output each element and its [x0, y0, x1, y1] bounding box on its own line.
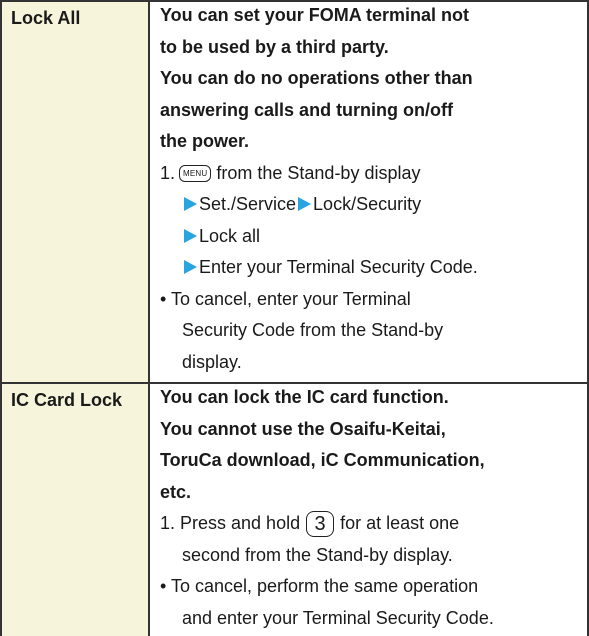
path-line: Set./Service Lock/Security — [160, 189, 585, 221]
note-line: Security Code from the Stand-by — [182, 320, 444, 340]
menu-key-icon: MENU — [179, 164, 212, 182]
table-row-ic-card-lock: IC Card Lock You can lock the IC card fu… — [0, 382, 589, 636]
description-line: ToruCa download, iC Communication, — [160, 450, 485, 470]
note-line: • To cancel, enter your Terminal — [160, 288, 411, 309]
description-line: You can lock the IC card function. — [160, 387, 449, 407]
content-cell-lock-all: You can set your FOMA terminal not to be… — [160, 0, 585, 378]
description-line: answering calls and turning on/off — [160, 99, 454, 120]
step-text: from the Stand-by display — [216, 162, 421, 183]
content-cell-ic-card-lock: You can lock the IC card function. You c… — [160, 382, 585, 634]
description-line: the power. — [160, 131, 250, 151]
path-item: Set./Service — [199, 194, 297, 214]
path-line: Enter your Terminal Security Code. — [160, 252, 585, 284]
note-line: and enter your Terminal Security Code. — [182, 607, 494, 628]
step-line: 1. MENU from the Stand-by display — [160, 158, 585, 190]
feature-table: Lock All You can set your FOMA terminal … — [0, 0, 589, 636]
step-line: second from the Stand-by display. — [182, 544, 453, 565]
column-divider — [148, 0, 150, 636]
table-border-top — [0, 0, 589, 2]
description-line: You can set your FOMA terminal not — [160, 5, 470, 25]
triangle-arrow-icon — [298, 197, 312, 211]
description-line: You can do no operations other than — [160, 68, 473, 88]
note-line: display. — [182, 351, 242, 372]
step-line: 1. Press and hold 3 for at least one — [160, 508, 585, 540]
triangle-arrow-icon — [184, 197, 197, 211]
step-text: for at least one — [340, 513, 460, 533]
description-line: etc. — [160, 481, 192, 502]
row-label: IC Card Lock — [11, 390, 123, 410]
row-label: Lock All — [11, 8, 81, 28]
step-number: 1. — [160, 162, 176, 183]
table-row-lock-all: Lock All You can set your FOMA terminal … — [0, 0, 589, 382]
triangle-arrow-icon — [184, 228, 197, 243]
path-item: Enter your Terminal Security Code. — [199, 257, 478, 277]
path-line: Lock all — [160, 221, 585, 253]
description-line: You cannot use the Osaifu-Keitai, — [160, 418, 446, 439]
step-text: 1. Press and hold — [160, 513, 301, 533]
path-item: Lock all — [199, 225, 261, 246]
triangle-arrow-icon — [184, 260, 197, 274]
path-item: Lock/Security — [313, 194, 422, 214]
description-line: to be used by a third party. — [160, 36, 389, 57]
label-cell-lock-all: Lock All — [0, 0, 148, 382]
key-3-icon: 3 — [306, 511, 335, 537]
note-line: • To cancel, perform the same operation — [160, 576, 479, 596]
row-divider — [0, 382, 589, 384]
table-border-left — [0, 0, 2, 636]
label-cell-ic-card-lock: IC Card Lock — [0, 382, 148, 636]
